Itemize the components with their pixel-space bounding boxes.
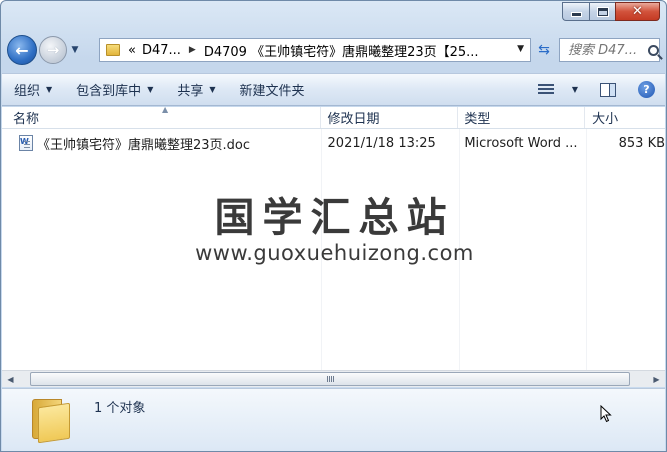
chevron-down-icon: ▼ [147, 85, 154, 94]
column-header-date[interactable]: 修改日期 [321, 107, 459, 128]
command-bar: 组织 ▼ 包含到库中 ▼ 共享 ▼ 新建文件夹 ▼ ? [2, 73, 665, 106]
word-document-icon [19, 135, 33, 151]
close-icon: ✕ [632, 4, 643, 19]
column-header-size[interactable]: 大小 [585, 107, 665, 128]
column-header-type[interactable]: 类型 [458, 107, 586, 128]
search-box[interactable] [559, 38, 660, 62]
view-controls: ▼ ? [537, 74, 655, 105]
maximize-icon [597, 7, 608, 16]
breadcrumb: « D47... ▶ D4709 《王帅镇宅符》唐鼎曦整理23页【25... [128, 41, 479, 60]
chevron-down-icon: ▼ [46, 85, 53, 94]
refresh-button[interactable]: ⇆ [533, 38, 555, 62]
item-count: 1 个对象 [94, 401, 146, 416]
share-button[interactable]: 共享 ▼ [165, 74, 227, 105]
forward-button[interactable]: → [39, 36, 67, 64]
details-pane: 1 个对象 [2, 388, 665, 451]
breadcrumb-separator-icon[interactable]: ▶ [189, 45, 196, 55]
new-folder-button[interactable]: 新建文件夹 [228, 74, 317, 105]
maximize-button[interactable] [589, 2, 615, 21]
new-folder-label: 新建文件夹 [239, 84, 305, 99]
grip-icon [326, 376, 334, 382]
column-header-name[interactable]: ▲ 名称 [2, 105, 321, 128]
chevron-down-icon: ▼ [571, 85, 578, 94]
horizontal-scrollbar[interactable]: ◀ ▶ [2, 370, 665, 387]
watermark-title: 国学汇总站 [214, 195, 455, 241]
chevron-down-icon: ▼ [209, 85, 216, 94]
column-name-label: 名称 [13, 112, 40, 127]
organize-button[interactable]: 组织 ▼ [2, 74, 64, 105]
minimize-icon [571, 13, 581, 16]
file-row[interactable]: 《王帅镇宅符》唐鼎曦整理23页.doc 2021/1/18 13:25 Micr… [2, 132, 665, 154]
watermark-url: www.guoxuehuizong.com [195, 241, 474, 265]
file-size: 853 KB [618, 135, 666, 151]
organize-label: 组织 [14, 84, 41, 99]
file-type: Microsoft Word ... [464, 135, 578, 151]
folder-icon [106, 44, 120, 56]
column-date-label: 修改日期 [327, 112, 380, 127]
change-view-button[interactable]: ▼ [537, 83, 578, 96]
file-name: 《王帅镇宅符》唐鼎曦整理23页.doc [37, 137, 251, 153]
breadcrumb-item-parent[interactable]: D47... [142, 43, 181, 58]
sort-ascending-icon: ▲ [162, 105, 169, 114]
folder-icon [30, 395, 74, 444]
file-date: 2021/1/18 13:25 [327, 135, 436, 151]
column-type-label: 类型 [464, 112, 491, 127]
view-options-icon [537, 83, 554, 96]
refresh-icon: ⇆ [538, 42, 550, 58]
minimize-button[interactable] [562, 2, 589, 21]
include-in-library-button[interactable]: 包含到库中 ▼ [64, 74, 165, 105]
share-label: 共享 [177, 84, 204, 99]
scroll-thumb[interactable] [30, 372, 630, 386]
address-bar[interactable]: « D47... ▶ D4709 《王帅镇宅符》唐鼎曦整理23页【25... ▼ [99, 38, 531, 62]
include-in-library-label: 包含到库中 [76, 84, 142, 99]
file-name-cell[interactable]: 《王帅镇宅符》唐鼎曦整理23页.doc [2, 134, 321, 153]
folder-front [38, 402, 70, 444]
caption-buttons: ✕ [562, 2, 660, 22]
mouse-cursor-icon [600, 405, 612, 423]
column-size-label: 大小 [592, 112, 619, 127]
navigation-bar: ← → ▼ « D47... ▶ D4709 《王帅镇宅符》唐鼎曦整理23页【2… [7, 32, 660, 68]
explorer-window: ✕ ← → ▼ « D47... ▶ D4709 《王帅镇宅符》唐鼎曦整理23页… [0, 0, 667, 452]
search-input[interactable] [568, 42, 646, 58]
forward-arrow-icon: → [46, 41, 60, 59]
close-button[interactable]: ✕ [615, 2, 660, 21]
scroll-left-icon: ◀ [7, 374, 14, 384]
column-headers: ▲ 名称 修改日期 类型 大小 [2, 105, 665, 129]
preview-pane-icon[interactable] [600, 82, 616, 97]
scroll-left-button[interactable]: ◀ [2, 371, 19, 387]
breadcrumb-overflow[interactable]: « [128, 43, 136, 58]
breadcrumb-item-current[interactable]: D4709 《王帅镇宅符》唐鼎曦整理23页【25... [204, 41, 479, 60]
scroll-right-button[interactable]: ▶ [648, 371, 665, 387]
help-icon[interactable]: ? [638, 81, 655, 98]
scroll-right-icon: ▶ [653, 374, 660, 384]
address-dropdown-icon[interactable]: ▼ [517, 44, 524, 54]
file-list: ▲ 名称 修改日期 类型 大小 《王帅镇宅符》唐鼎曦整理23页.doc 2021/… [2, 105, 665, 370]
back-button[interactable]: ← [7, 35, 37, 65]
back-arrow-icon: ← [15, 40, 29, 60]
recent-pages-dropdown[interactable]: ▼ [69, 45, 81, 55]
search-icon[interactable] [648, 44, 659, 56]
